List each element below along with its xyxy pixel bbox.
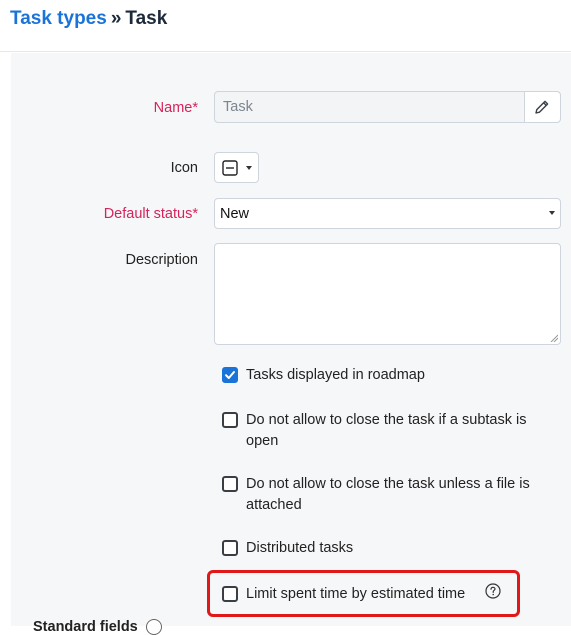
description-label: Description <box>125 252 198 268</box>
pencil-icon <box>535 100 549 114</box>
icon-select[interactable] <box>214 152 259 183</box>
breadcrumb: Task types» Task <box>10 8 167 30</box>
file-attached-checkbox[interactable] <box>222 476 238 492</box>
roadmap-checkbox[interactable] <box>222 367 238 383</box>
chevron-down-icon <box>246 166 252 170</box>
default-status-value: New <box>220 206 250 222</box>
roadmap-label: Tasks displayed in roadmap <box>246 367 425 383</box>
distributed-checkbox[interactable] <box>222 540 238 556</box>
resize-handle-icon[interactable] <box>550 334 558 342</box>
standard-fields-help-icon[interactable] <box>146 619 162 635</box>
subtask-open-label: Do not allow to close the task if a subt… <box>246 412 527 449</box>
breadcrumb-task-types-link[interactable]: Task types <box>10 8 107 29</box>
name-field[interactable]: Task <box>214 91 561 123</box>
edit-name-button[interactable] <box>524 92 560 122</box>
distributed-label: Distributed tasks <box>246 540 354 556</box>
subtask-open-checkbox[interactable] <box>222 412 238 428</box>
icon-label: Icon <box>170 160 198 176</box>
name-value: Task <box>223 99 253 115</box>
breadcrumb-separator: » <box>110 8 122 29</box>
default-status-label: Default status* <box>103 206 198 222</box>
standard-fields-heading: Standard fields <box>33 619 138 635</box>
default-status-select[interactable]: New <box>214 198 561 229</box>
file-attached-label: Do not allow to close the task unless a … <box>246 476 530 513</box>
page-header: Task types» Task <box>0 0 571 52</box>
highlight-box <box>207 570 520 617</box>
chevron-down-icon <box>549 211 555 215</box>
checkmark-icon <box>225 371 235 379</box>
description-textarea[interactable] <box>214 243 561 345</box>
task-type-icon <box>222 160 238 176</box>
name-label: Name* <box>153 100 198 116</box>
page-title: Task <box>125 8 168 29</box>
